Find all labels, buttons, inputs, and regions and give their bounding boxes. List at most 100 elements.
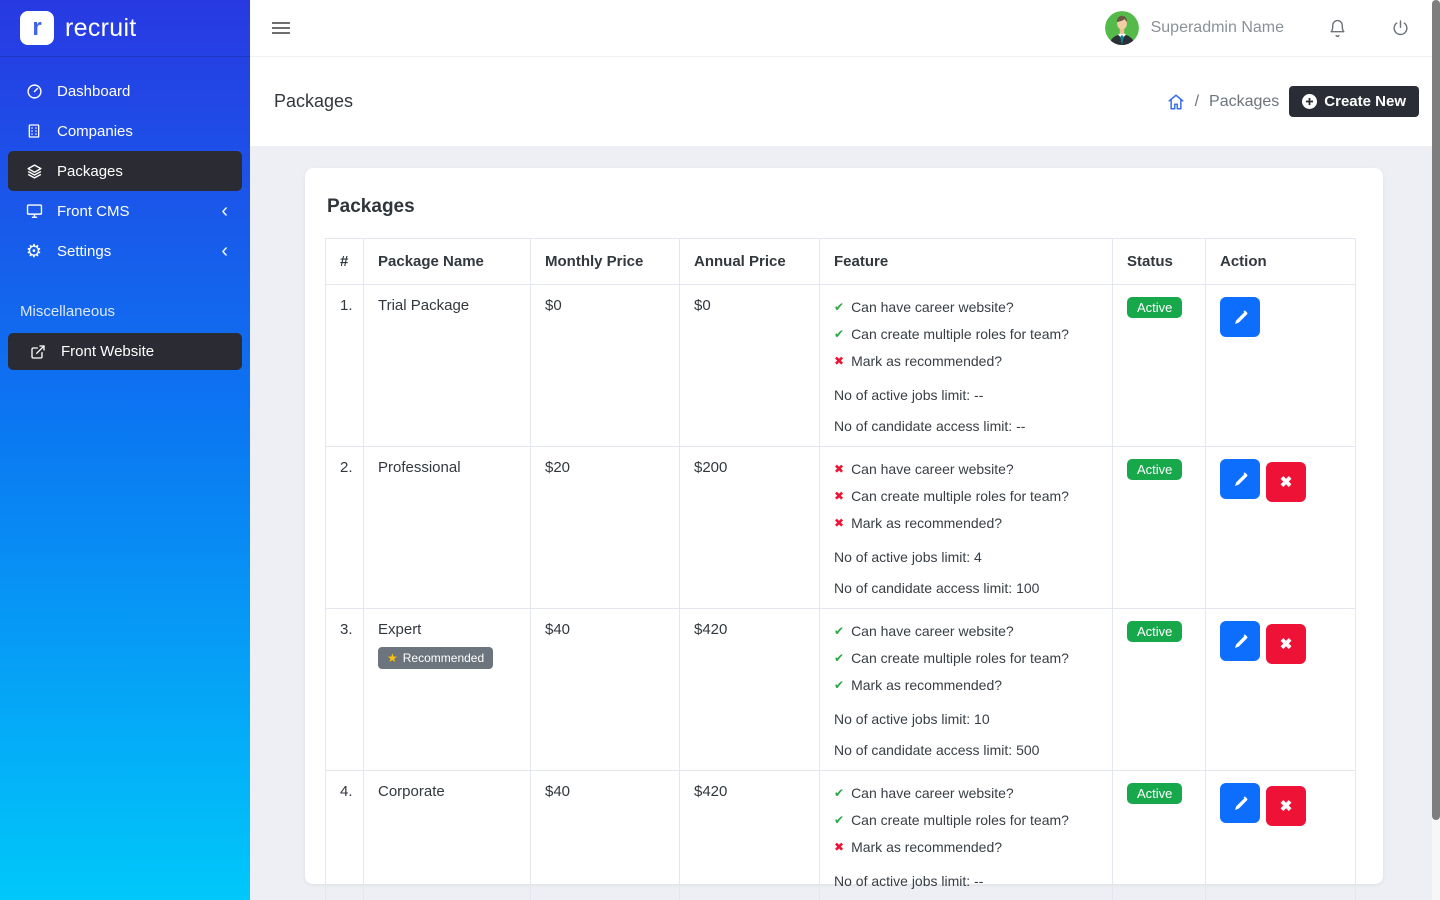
sidebar-item-packages[interactable]: Packages	[8, 151, 242, 191]
star-icon: ★	[387, 652, 398, 664]
col-header-status: Status	[1113, 239, 1206, 285]
edit-button[interactable]	[1220, 459, 1260, 499]
logo-letter: r	[32, 14, 41, 42]
monthly-price: $0	[531, 285, 680, 447]
feature-line: ✖Can create multiple roles for team?	[834, 486, 1098, 507]
check-icon: ✔	[834, 783, 844, 803]
dashboard-icon	[22, 83, 46, 100]
create-new-button[interactable]: Create New	[1289, 86, 1419, 117]
content-area: Packages # Package Name Monthly Price An…	[250, 146, 1440, 900]
feature-text: Can have career website?	[851, 459, 1014, 480]
check-icon: ✔	[834, 297, 844, 317]
sidebar-item-label: Front CMS	[57, 203, 130, 220]
user-menu[interactable]: Superadmin Name	[1105, 11, 1284, 45]
sidebar-item-front-website[interactable]: Front Website	[8, 333, 242, 370]
sidebar-item-label: Front Website	[61, 343, 154, 360]
app-logo[interactable]: r recruit	[0, 0, 250, 57]
feature-line: ✔Can create multiple roles for team?	[834, 648, 1098, 669]
candidate-access-limit: No of candidate access limit: 500	[834, 742, 1098, 758]
feature-line: ✖ Mark as recommended?	[834, 351, 1098, 372]
package-name-cell: Corporate	[364, 771, 531, 900]
feature-text: Can have career website?	[851, 297, 1014, 318]
feature-text: Can create multiple roles for team?	[851, 648, 1069, 669]
table-header-row: # Package Name Monthly Price Annual Pric…	[326, 239, 1356, 285]
sidebar-item-companies[interactable]: Companies	[8, 111, 242, 151]
scrollbar-thumb[interactable]	[1432, 0, 1440, 820]
col-header-action: Action	[1206, 239, 1356, 285]
active-jobs-limit: No of active jobs limit: --	[834, 873, 1098, 889]
user-name: Superadmin Name	[1151, 19, 1284, 37]
row-index: 4.	[326, 771, 364, 900]
page-header: Packages / Packages Create New	[250, 57, 1440, 146]
check-icon: ✔	[834, 621, 844, 641]
feature-line: ✔ Can have career website?	[834, 783, 1098, 804]
feature-text: Can create multiple roles for team?	[851, 324, 1069, 345]
active-jobs-limit: No of active jobs limit: --	[834, 387, 1098, 403]
home-icon[interactable]	[1167, 93, 1185, 111]
sidebar-item-settings[interactable]: ⚙ Settings ‹	[8, 231, 242, 271]
table-row: 4. Corporate $40$420 ✔ Can have career websi…	[326, 771, 1356, 900]
x-icon: ✖	[834, 351, 844, 371]
sidebar-item-front-cms[interactable]: Front CMS ‹	[8, 191, 242, 231]
package-name-cell: Professional	[364, 447, 531, 609]
sidebar-item-dashboard[interactable]: Dashboard	[8, 71, 242, 111]
chevron-left-icon: ‹	[221, 241, 228, 261]
header-right: / Packages Create New	[1167, 86, 1419, 117]
feature-line: ✖Can have career website?	[834, 459, 1098, 480]
feature-text: Mark as recommended?	[851, 675, 1002, 696]
feature-line: ✔Can have career website?	[834, 621, 1098, 642]
x-icon: ✖	[834, 837, 844, 857]
package-name: Corporate	[378, 783, 516, 800]
table-row: 2.Professional$20$200✖Can have career we…	[326, 447, 1356, 609]
active-jobs-limit: No of active jobs limit: 10	[834, 711, 1098, 727]
feature-text: Can have career website?	[851, 783, 1014, 804]
hamburger-menu-icon[interactable]	[272, 19, 290, 37]
feature-cell: ✔Can have career website?✔Can create mul…	[820, 609, 1113, 771]
action-cell: ✖	[1206, 609, 1356, 771]
edit-button[interactable]	[1220, 621, 1260, 661]
packages-card: Packages # Package Name Monthly Price An…	[305, 168, 1383, 884]
delete-button[interactable]: ✖	[1266, 786, 1306, 826]
delete-button[interactable]: ✖	[1266, 462, 1306, 502]
feature-line: ✔ Can have career website?	[834, 297, 1098, 318]
logo-text: recruit	[65, 14, 137, 43]
monthly-price: $40	[531, 771, 680, 900]
power-logout-icon[interactable]	[1391, 19, 1410, 38]
chevron-left-icon: ‹	[221, 201, 228, 221]
main-area: Superadmin Name Packages / Packages	[250, 0, 1440, 900]
action-cell: ✖	[1206, 771, 1356, 900]
package-name: Professional	[378, 459, 516, 476]
feature-cell: ✔ Can have career website? ✔Can create mul…	[820, 771, 1113, 900]
breadcrumb-current: Packages	[1209, 93, 1279, 111]
row-index: 3.	[326, 609, 364, 771]
page-scrollbar[interactable]	[1432, 0, 1440, 900]
status-badge: Active	[1127, 783, 1182, 804]
topbar-right: Superadmin Name	[1105, 11, 1410, 45]
status-cell: Active	[1113, 609, 1206, 771]
sidebar-nav: Dashboard Companies Packages Front CMS	[0, 57, 250, 271]
col-header-index: #	[326, 239, 364, 285]
logo-icon: r	[20, 11, 54, 45]
feature-line: ✔Can create multiple roles for team?	[834, 324, 1098, 345]
delete-button[interactable]: ✖	[1266, 624, 1306, 664]
active-jobs-limit: No of active jobs limit: 4	[834, 549, 1098, 565]
sidebar-section-miscellaneous: Miscellaneous	[0, 303, 250, 320]
front-cms-icon	[22, 203, 46, 219]
package-name-cell: Expert★Recommended	[364, 609, 531, 771]
feature-line: ✔Can create multiple roles for team?	[834, 810, 1098, 831]
notifications-bell-icon[interactable]	[1328, 19, 1347, 38]
edit-button[interactable]	[1220, 297, 1260, 337]
package-name: Trial Package	[378, 297, 516, 314]
annual-price: $420	[680, 771, 820, 900]
packages-table: # Package Name Monthly Price Annual Pric…	[325, 238, 1356, 900]
feature-line: ✖Mark as recommended?	[834, 837, 1098, 858]
package-name: Expert	[378, 621, 516, 638]
col-header-package-name: Package Name	[364, 239, 531, 285]
annual-price: $200	[680, 447, 820, 609]
annual-price: $420	[680, 609, 820, 771]
settings-icon: ⚙	[22, 242, 46, 260]
candidate-access-limit: No of candidate access limit: --	[834, 418, 1098, 434]
feature-text: Mark as recommended?	[851, 351, 1002, 372]
status-cell: Active	[1113, 285, 1206, 447]
edit-button[interactable]	[1220, 783, 1260, 823]
